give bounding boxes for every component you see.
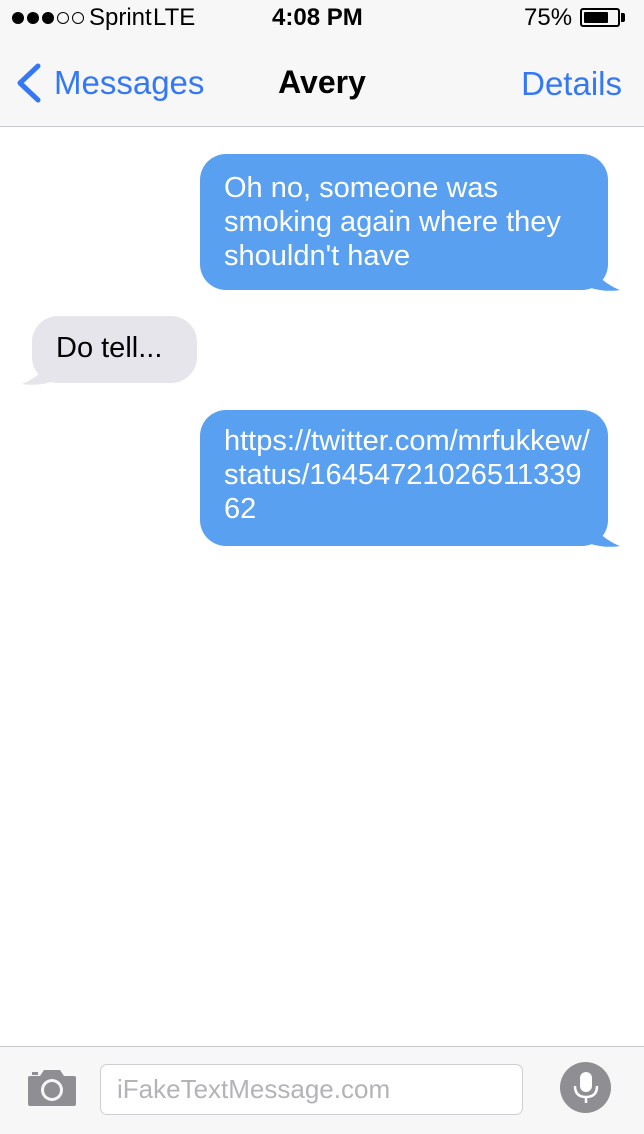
message-text: Oh no, someone was smoking again where t… — [224, 172, 561, 272]
signal-strength-icon — [12, 12, 84, 24]
battery-percent: 75% — [524, 4, 573, 31]
message-bubble-sent[interactable]: Oh no, someone was smoking again where t… — [200, 154, 608, 290]
network-type: LTE — [153, 4, 196, 31]
details-button[interactable]: Details — [521, 65, 622, 103]
chevron-left-icon — [17, 63, 41, 103]
status-bar: Sprint LTE 4:08 PM 75% — [0, 0, 644, 40]
message-bubble-sent[interactable]: https://twitter.com/mrfukkew/status/1645… — [200, 410, 608, 546]
signal-dot — [42, 12, 54, 24]
signal-dot — [57, 12, 69, 24]
camera-icon[interactable] — [26, 1066, 78, 1108]
bubble-tail — [586, 262, 620, 291]
signal-dot — [72, 12, 84, 24]
signal-dot — [27, 12, 39, 24]
microphone-button[interactable] — [560, 1062, 611, 1113]
status-time: 4:08 PM — [272, 4, 363, 31]
back-button-label: Messages — [54, 64, 205, 101]
battery-tip — [621, 13, 625, 22]
back-button[interactable]: Messages — [14, 62, 204, 104]
microphone-icon — [573, 1071, 598, 1103]
battery-icon — [580, 8, 620, 27]
message-input-bar — [0, 1046, 644, 1134]
message-text: https://twitter.com/mrfukkew/status/1645… — [224, 425, 590, 525]
signal-dot — [12, 12, 24, 24]
message-bubble-received[interactable]: Do tell... — [32, 316, 197, 383]
message-input[interactable] — [100, 1064, 523, 1115]
bubble-tail — [586, 518, 620, 547]
carrier-name: Sprint — [89, 4, 152, 31]
navigation-bar: Messages Avery Details — [0, 40, 644, 127]
battery-level — [584, 12, 608, 23]
bubble-tail — [22, 356, 56, 385]
message-text: Do tell... — [56, 332, 163, 364]
